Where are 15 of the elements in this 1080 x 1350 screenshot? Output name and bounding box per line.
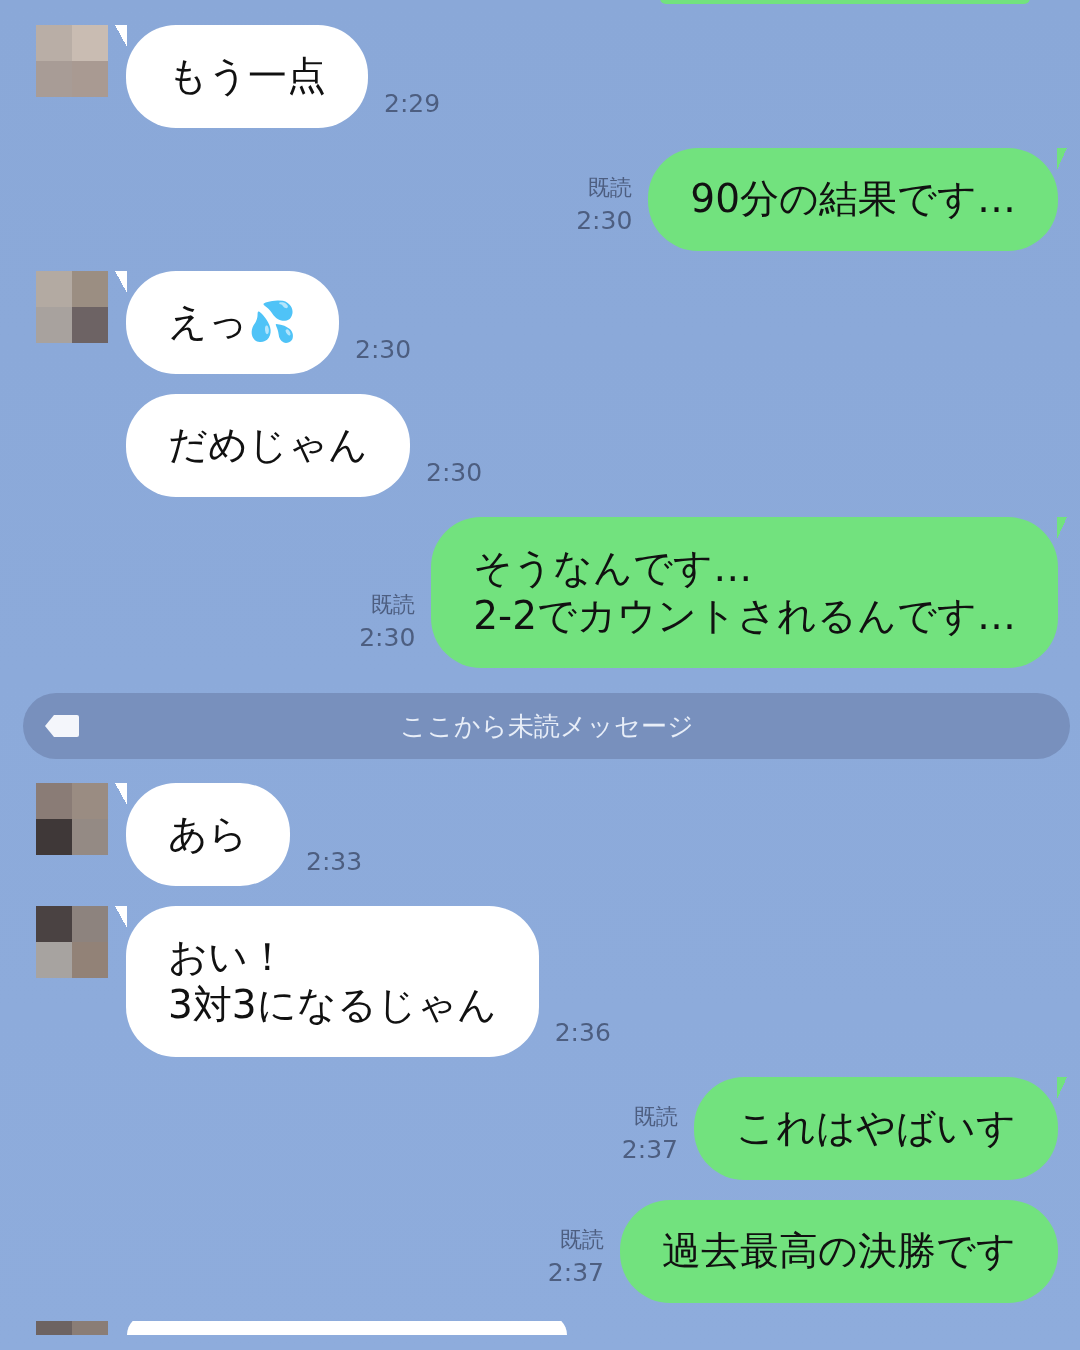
unread-label: ここから未読メッセージ: [399, 709, 694, 743]
timestamp: 2:36: [554, 1017, 611, 1049]
timestamp: 2:33: [306, 846, 363, 878]
read-receipt: 既読: [588, 174, 633, 202]
timestamp: 2:29: [384, 88, 441, 120]
timestamp: 2:30: [576, 205, 633, 237]
read-receipt: 既読: [371, 591, 416, 619]
read-receipt: 既読: [560, 1226, 604, 1254]
timestamp: 2:30: [355, 334, 412, 366]
tag-icon: [45, 715, 79, 737]
timestamp: 2:30: [359, 622, 416, 654]
timestamp: 2:30: [426, 457, 483, 489]
timestamp: 2:37: [547, 1257, 604, 1289]
read-receipt: 既読: [634, 1103, 678, 1131]
timestamp: 2:37: [621, 1134, 678, 1166]
